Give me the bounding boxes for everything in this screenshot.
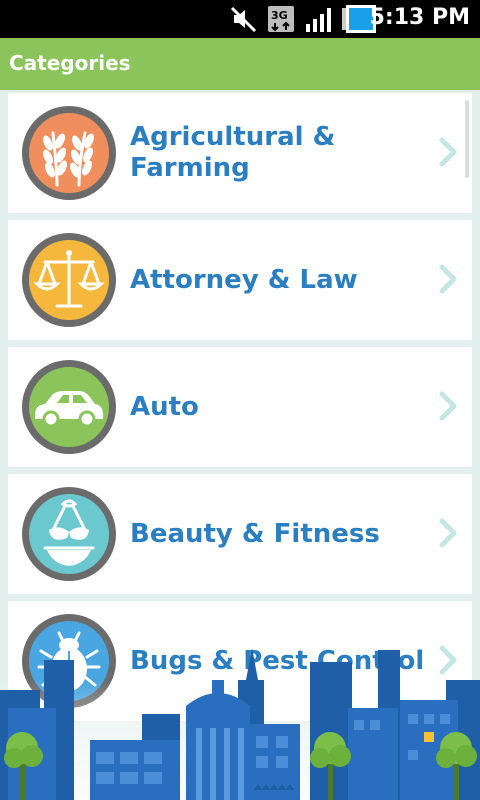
category-icon-circle xyxy=(22,487,116,581)
page-title: Categories xyxy=(9,51,131,75)
category-item-beauty[interactable]: Beauty & Fitness xyxy=(8,474,472,594)
network-3g-icon: 3G xyxy=(266,4,298,38)
scrollbar[interactable] xyxy=(465,100,469,178)
bikini-icon xyxy=(43,499,95,566)
mute-icon xyxy=(228,4,258,38)
category-icon-circle xyxy=(22,233,116,327)
car-icon xyxy=(35,391,103,428)
city-skyline-illustration xyxy=(0,640,480,800)
scales-icon xyxy=(33,250,105,308)
signal-icon xyxy=(304,4,336,38)
wheat-icon xyxy=(43,131,94,187)
category-item-auto[interactable]: Auto xyxy=(8,347,472,467)
category-icon-circle xyxy=(22,106,116,200)
category-item-attorney[interactable]: Attorney & Law xyxy=(8,220,472,340)
status-time: 5:13 PM xyxy=(369,5,470,30)
chevron-right-icon xyxy=(438,518,458,552)
category-label: Agricultural & Farming xyxy=(130,122,336,183)
header: Categories xyxy=(0,38,480,90)
chevron-right-icon xyxy=(438,391,458,425)
category-icon-circle xyxy=(22,360,116,454)
category-item-agricultural[interactable]: Agricultural & Farming xyxy=(8,93,472,213)
category-label: Auto xyxy=(130,391,199,422)
chevron-right-icon xyxy=(438,137,458,171)
chevron-right-icon xyxy=(438,264,458,298)
network-label: 3G xyxy=(271,9,288,22)
category-label: Beauty & Fitness xyxy=(130,518,380,549)
category-label: Attorney & Law xyxy=(130,264,358,295)
status-bar: 3G 5:13 PM xyxy=(0,0,480,38)
